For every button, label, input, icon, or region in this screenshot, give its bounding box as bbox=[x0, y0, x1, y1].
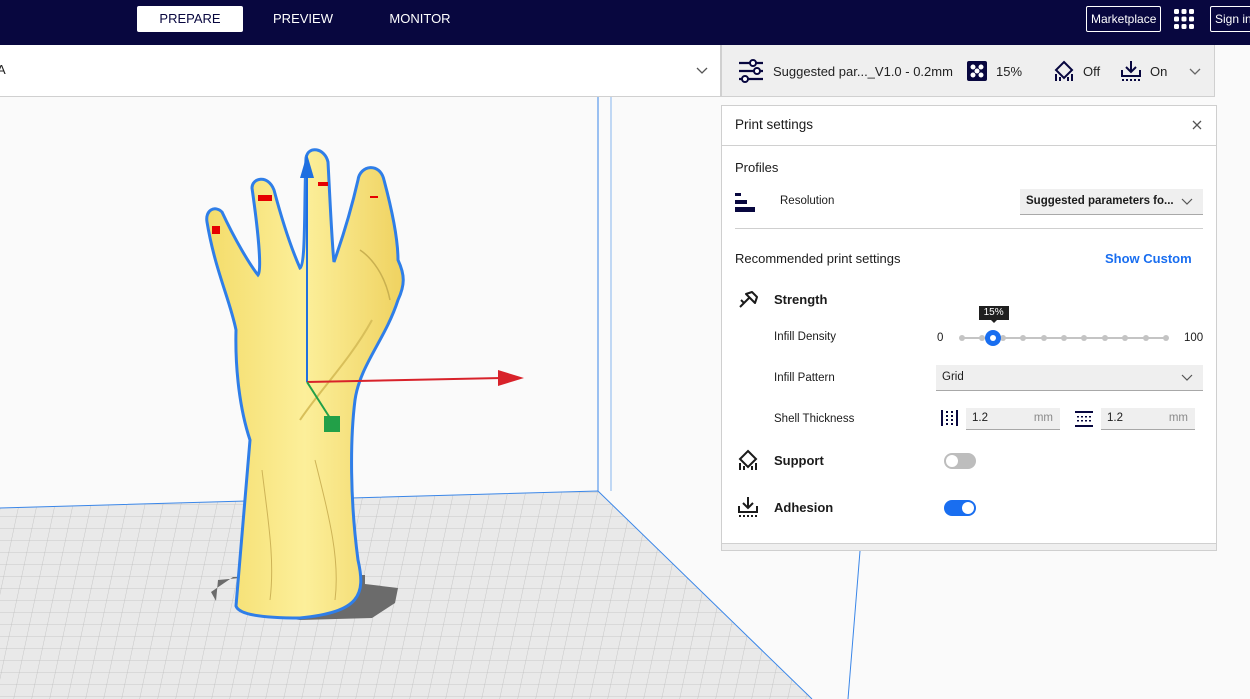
grid-icon bbox=[1174, 9, 1194, 29]
wall-thickness-input[interactable]: 1.2 mm bbox=[966, 408, 1060, 430]
tab-prepare[interactable]: PREPARE bbox=[137, 6, 243, 32]
tab-preview[interactable]: PREVIEW bbox=[263, 6, 343, 32]
slider-tick bbox=[1020, 335, 1027, 341]
tab-monitor[interactable]: MONITOR bbox=[380, 6, 460, 32]
sign-in-button[interactable]: Sign in bbox=[1210, 6, 1250, 32]
adhesion-summary-text: On bbox=[1150, 63, 1168, 79]
apps-button[interactable] bbox=[1174, 9, 1194, 29]
resolution-value: Suggested parameters fo... bbox=[1026, 195, 1174, 207]
print-settings-panel: Print settings Profiles Resolution Sugge… bbox=[721, 105, 1217, 551]
panel-title: Print settings bbox=[735, 117, 814, 132]
top-bottom-thickness-value: 1.2 bbox=[1107, 412, 1123, 424]
slider-tick bbox=[1101, 335, 1108, 341]
slider-tick bbox=[1142, 335, 1149, 341]
slider-tick bbox=[959, 335, 965, 341]
chevron-down-icon bbox=[696, 67, 708, 74]
show-custom-link[interactable]: Show Custom bbox=[1105, 251, 1192, 266]
slider-tick bbox=[999, 335, 1006, 341]
adhesion-summary[interactable]: On bbox=[1120, 45, 1167, 97]
adhesion-toggle[interactable] bbox=[944, 500, 976, 516]
infill-density-slider[interactable]: 15% bbox=[959, 306, 1169, 348]
build-plate bbox=[0, 491, 812, 699]
infill-pattern-dropdown[interactable]: Grid bbox=[936, 365, 1203, 391]
recommended-label: Recommended print settings bbox=[735, 251, 901, 266]
wall-thickness-unit: mm bbox=[1033, 412, 1053, 424]
top-bottom-thickness-input[interactable]: 1.2 mm bbox=[1101, 408, 1195, 430]
profiles-label: Profiles bbox=[735, 160, 779, 175]
print-settings-summary[interactable]: Suggested par..._V1.0 - 0.2mm 15% Off On bbox=[721, 45, 1215, 97]
infill-pattern-value: Grid bbox=[942, 371, 964, 383]
support-icon bbox=[1054, 60, 1074, 81]
chevron-down-icon bbox=[1181, 198, 1193, 205]
chevron-down-icon[interactable] bbox=[1188, 64, 1202, 78]
profile-summary-text: Suggested par..._V1.0 - 0.2mm bbox=[773, 63, 953, 79]
infill-pattern-label: Infill Pattern bbox=[774, 372, 835, 384]
strength-label: Strength bbox=[774, 292, 828, 307]
support-label: Support bbox=[774, 453, 824, 468]
top-bottom-thickness-icon bbox=[1075, 411, 1093, 427]
shell-thickness-label: Shell Thickness bbox=[774, 413, 855, 425]
infill-min-label: 0 bbox=[937, 332, 944, 344]
panel-header: Print settings bbox=[722, 106, 1216, 146]
sliders-icon bbox=[739, 59, 763, 83]
top-bottom-thickness-unit: mm bbox=[1168, 412, 1188, 424]
slider-tick bbox=[1081, 335, 1088, 341]
printer-selector[interactable]: A bbox=[0, 45, 721, 97]
adhesion-label: Adhesion bbox=[774, 500, 834, 515]
support-icon bbox=[738, 449, 758, 470]
infill-max-label: 100 bbox=[1184, 332, 1204, 344]
printer-name: A bbox=[0, 62, 6, 77]
resolution-dropdown[interactable]: Suggested parameters fo... bbox=[1020, 189, 1203, 215]
infill-summary[interactable]: 15% bbox=[966, 45, 1022, 97]
marketplace-button[interactable]: Marketplace bbox=[1086, 6, 1162, 32]
adhesion-icon bbox=[738, 497, 758, 517]
infill-summary-text: 15% bbox=[996, 63, 1023, 79]
support-summary-text: Off bbox=[1083, 63, 1101, 79]
resolution-icon bbox=[735, 193, 755, 212]
close-icon[interactable] bbox=[1190, 118, 1204, 132]
slider-tick bbox=[1061, 335, 1067, 341]
slider-tick bbox=[1040, 335, 1047, 341]
resolution-label: Resolution bbox=[780, 195, 835, 207]
infill-density-label: Infill Density bbox=[774, 331, 836, 343]
top-header: PREPARE PREVIEW MONITOR Marketplace Sign… bbox=[0, 0, 1250, 45]
chevron-down-icon bbox=[1181, 374, 1193, 381]
adhesion-icon bbox=[1121, 61, 1141, 81]
hammer-icon bbox=[739, 291, 758, 308]
infill-icon bbox=[967, 61, 987, 81]
divider bbox=[735, 228, 1203, 229]
panel-resize-handle[interactable] bbox=[722, 543, 1216, 550]
support-toggle[interactable] bbox=[944, 453, 976, 469]
wall-thickness-icon bbox=[941, 410, 958, 426]
slider-tick bbox=[1122, 335, 1129, 341]
slider-tick bbox=[1163, 335, 1169, 341]
wall-thickness-value: 1.2 bbox=[972, 412, 988, 424]
support-summary[interactable]: Off bbox=[1053, 45, 1100, 97]
slider-handle[interactable] bbox=[984, 330, 1001, 346]
infill-tooltip: 15% bbox=[978, 306, 1009, 323]
profile-summary[interactable]: Suggested par..._V1.0 - 0.2mm bbox=[737, 45, 953, 97]
